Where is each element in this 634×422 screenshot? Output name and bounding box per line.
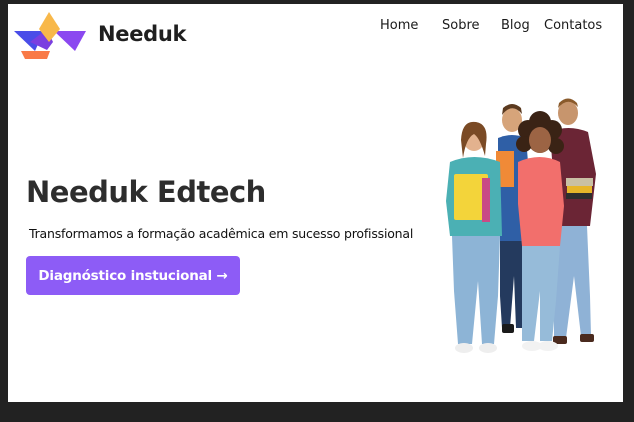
diagnostico-button[interactable]: Diagnóstico instucional →	[26, 256, 240, 295]
nav-sobre[interactable]: Sobre	[442, 18, 480, 33]
nav-sobre-link[interactable]: Sobre	[442, 18, 480, 33]
nav-home[interactable]: Home	[380, 18, 418, 33]
students-group-image	[446, 98, 596, 353]
hero-title: Needuk Edtech	[26, 175, 266, 209]
nav-blog[interactable]: Blog	[501, 18, 530, 33]
nav-contatos[interactable]: Contatos	[544, 18, 602, 33]
needuk-logo-icon[interactable]	[14, 12, 86, 60]
hero-subtitle: Transformamos a formação acadêmica em su…	[29, 226, 414, 241]
nav-home-link[interactable]: Home	[380, 18, 418, 33]
brand-name: Needuk	[98, 22, 187, 46]
nav-contatos-link[interactable]: Contatos	[544, 18, 602, 33]
page: Needuk Home Sobre Blog Contatos Needuk E…	[8, 4, 623, 402]
nav-blog-link[interactable]: Blog	[501, 18, 530, 33]
